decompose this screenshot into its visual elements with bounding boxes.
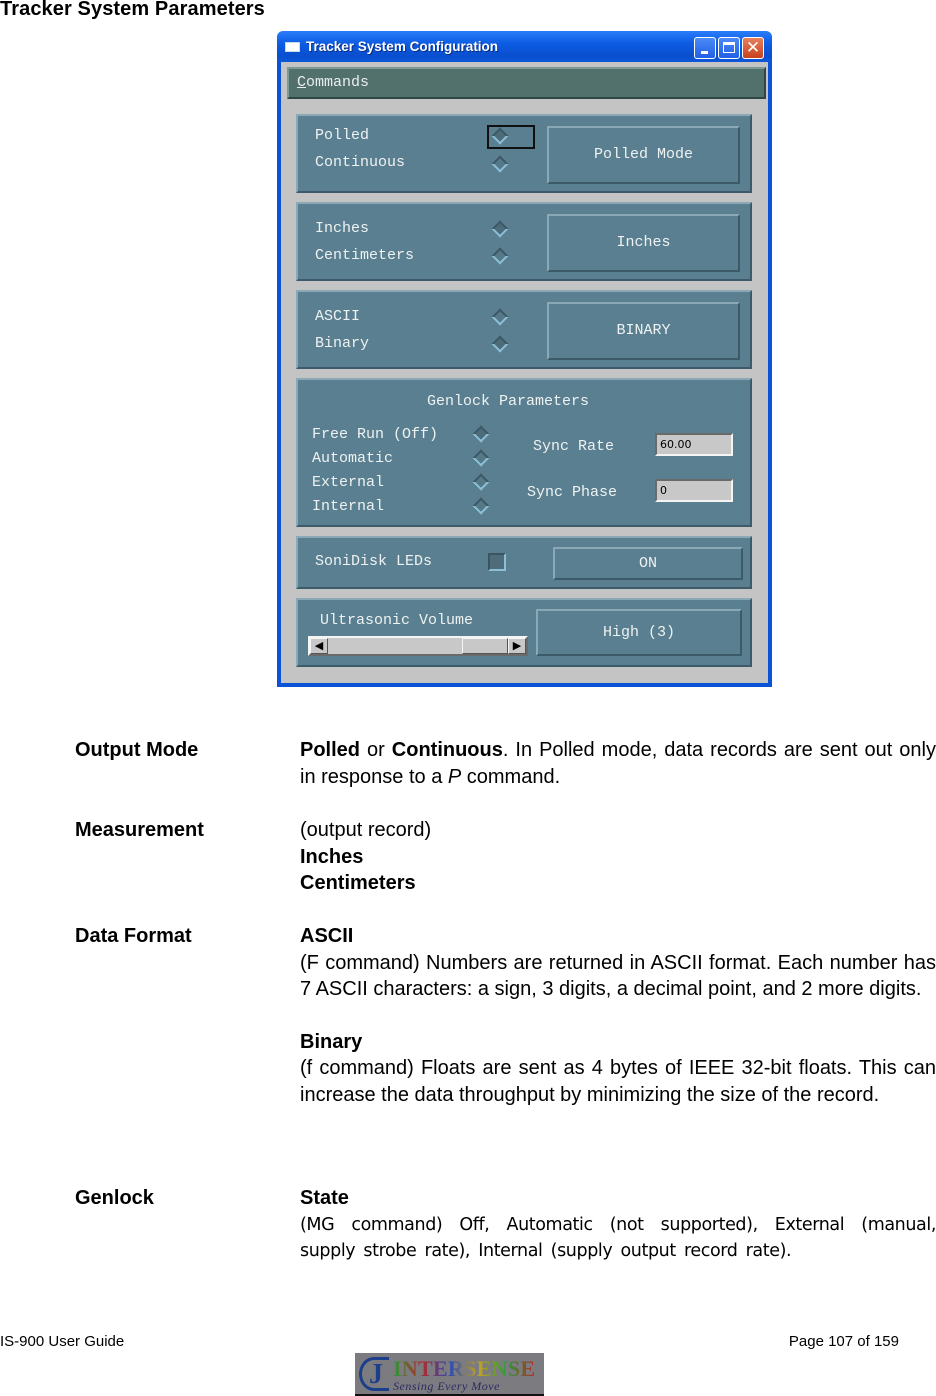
sync-phase-input[interactable]: 0 (655, 479, 733, 502)
intersense-logo: J INTERSENSE Sensing Every Move (355, 1353, 544, 1396)
volume-button[interactable]: High (3) (536, 609, 742, 656)
logo-letter: J (369, 1359, 383, 1390)
text: command. (461, 765, 561, 788)
radio-binary[interactable] (491, 335, 509, 353)
option-internal-label: Internal (312, 498, 385, 515)
bold-ascii: ASCII (300, 925, 354, 947)
measurement-note: (output record) (300, 819, 432, 841)
output-mode-panel: Polled Continuous Polled Mode (296, 114, 752, 193)
desc-genlock: State (MG command) Off, Automatic (not s… (300, 1185, 936, 1265)
option-binary-label: Binary (315, 335, 370, 352)
option-inches-label: Inches (315, 220, 370, 237)
window-titlebar[interactable]: Tracker System Configuration ✕ (277, 31, 772, 62)
desc-measurement: (output record) Inches Centimeters (300, 817, 936, 897)
genlock-title: Genlock Parameters (427, 393, 590, 410)
window-title: Tracker System Configuration (306, 39, 499, 54)
sonidisk-checkbox[interactable] (488, 553, 506, 571)
term-measurement: Measurement (75, 819, 204, 841)
minimize-button[interactable] (694, 37, 716, 59)
units-panel: Inches Centimeters Inches (296, 202, 752, 281)
radio-external[interactable] (472, 473, 490, 491)
radio-ascii[interactable] (491, 308, 509, 326)
option-free-run-label: Free Run (Off) (312, 426, 439, 443)
menubar: Commands (287, 67, 766, 99)
sonidisk-label: SoniDisk LEDs (315, 553, 433, 570)
option-external-label: External (312, 474, 385, 491)
term-genlock: Genlock (75, 1187, 154, 1209)
desc-data-format: ASCII (F command) Numbers are returned i… (300, 923, 936, 1108)
volume-label: Ultrasonic Volume (320, 612, 474, 629)
bold-inches: Inches (300, 845, 364, 868)
units-button[interactable]: Inches (547, 214, 740, 272)
term-output-mode: Output Mode (75, 739, 199, 761)
footer-page-number: Page 107 of 159 (788, 1333, 899, 1350)
window-client-area: Commands Polled Continuous Polled Mode I… (281, 62, 768, 683)
option-centimeters-label: Centimeters (315, 247, 415, 264)
term-data-format: Data Format (75, 925, 192, 947)
volume-slider[interactable]: ◀ ▶ (308, 636, 528, 656)
bold-continuous: Continuous (391, 739, 503, 761)
data-format-button[interactable]: BINARY (547, 302, 740, 360)
arrow-left-icon: ◀ (314, 639, 324, 652)
tracker-config-window: Tracker System Configuration ✕ Commands … (277, 31, 772, 687)
bold-state: State (300, 1187, 349, 1209)
sync-rate-label: Sync Rate (533, 438, 615, 455)
maximize-button[interactable] (718, 37, 740, 59)
arrow-right-icon: ▶ (512, 639, 522, 652)
volume-panel: Ultrasonic Volume ◀ ▶ High (3) (296, 598, 752, 667)
radio-inches[interactable] (491, 220, 509, 238)
option-ascii-label: ASCII (315, 308, 361, 325)
sync-phase-label: Sync Phase (527, 484, 618, 501)
desc-output-mode: Polled or Continuous. In Polled mode, da… (300, 737, 936, 790)
italic-p: P (447, 765, 462, 788)
sonidisk-button[interactable]: ON (553, 547, 743, 580)
scroll-left-button[interactable]: ◀ (310, 638, 328, 654)
option-polled-label: Polled (315, 127, 370, 144)
option-automatic-label: Automatic (312, 450, 394, 467)
genlock-state-description: (MG command) Off, Automatic (not support… (300, 1214, 936, 1262)
window-app-icon (285, 42, 300, 52)
volume-slider-thumb[interactable] (462, 638, 508, 654)
genlock-panel: Genlock Parameters Free Run (Off) Automa… (296, 378, 752, 527)
menu-commands-label: ommands (306, 74, 370, 91)
option-continuous-label: Continuous (315, 154, 406, 171)
bold-centimeters: Centimeters (300, 872, 416, 894)
logo-tagline: Sensing Every Move (393, 1379, 500, 1393)
menu-commands[interactable]: Commands (297, 74, 369, 91)
maximize-icon (723, 42, 735, 53)
data-format-panel: ASCII Binary BINARY (296, 290, 752, 369)
minimize-icon (701, 51, 708, 54)
close-button[interactable]: ✕ (742, 37, 764, 59)
radio-centimeters[interactable] (491, 247, 509, 265)
bold-binary: Binary (300, 1030, 363, 1053)
radio-continuous[interactable] (491, 155, 509, 173)
footer-doc-title: IS-900 User Guide (0, 1333, 125, 1350)
sync-rate-input[interactable]: 60.00 (655, 433, 733, 456)
radio-free-run[interactable] (472, 425, 490, 443)
ascii-description: (F command) Numbers are returned in ASCI… (300, 951, 936, 1001)
menu-commands-mnemonic: C (297, 74, 307, 91)
polled-mode-button[interactable]: Polled Mode (547, 126, 740, 184)
radio-automatic[interactable] (472, 449, 490, 467)
binary-description: (f command) Floats are sent as 4 bytes o… (300, 1057, 936, 1106)
close-icon: ✕ (745, 38, 761, 58)
page-heading: Tracker System Parameters (0, 0, 265, 20)
scroll-right-button[interactable]: ▶ (508, 638, 526, 654)
bold-polled: Polled (300, 739, 361, 761)
text: or (360, 739, 392, 761)
sonidisk-panel: SoniDisk LEDs ON (296, 536, 752, 589)
radio-internal[interactable] (472, 497, 490, 515)
